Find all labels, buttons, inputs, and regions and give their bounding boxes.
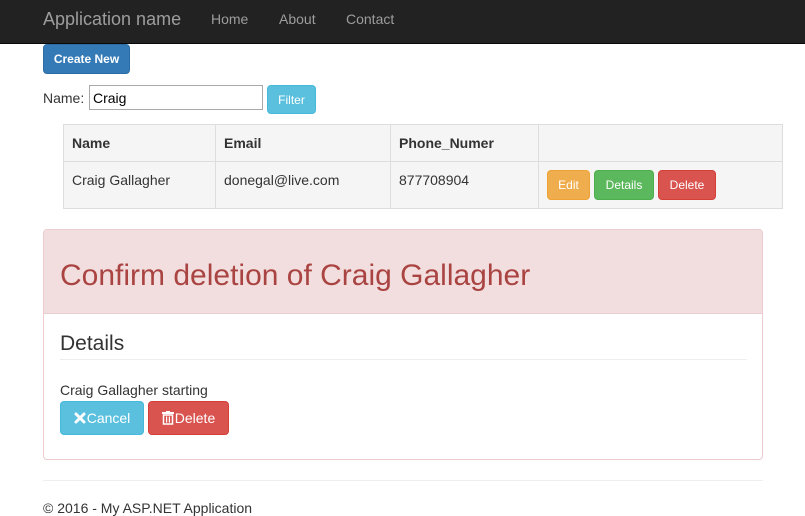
cell-email: donegal@live.com [215,161,391,209]
table-header-row: Name Email Phone_Numer [63,124,783,162]
cell-actions: Edit Details Delete [538,161,783,209]
nav-link-contact[interactable]: Contact [346,11,394,27]
details-divider [60,359,747,360]
name-filter-label: Name: [43,90,85,106]
details-button[interactable]: Details [594,170,654,200]
table-row: Craig Gallagher donegal@live.com 8777089… [63,161,783,209]
cancel-button[interactable]: Cancel [60,401,144,435]
filter-button[interactable]: Filter [267,85,316,114]
column-header-phone: Phone_Numer [390,124,539,162]
confirm-delete-button[interactable]: Delete [148,401,229,435]
navbar: Application name Home About Contact [0,0,805,44]
name-filter-input[interactable] [89,85,263,110]
nav-link-about[interactable]: About [279,11,316,27]
details-text: Craig Gallagher starting [60,382,208,398]
delete-row-button-label: Delete [669,178,705,192]
column-header-name: Name [63,124,216,162]
edit-button[interactable]: Edit [547,170,590,200]
panel-heading: Confirm deletion of Craig Gallagher [44,230,762,314]
column-header-actions [538,124,783,162]
create-new-button[interactable]: Create New [43,44,130,74]
delete-row-button[interactable]: Delete [658,170,716,200]
nav-link-home[interactable]: Home [211,11,248,27]
filter-button-label: Filter [278,92,305,107]
details-heading: Details [60,332,125,355]
details-button-label: Details [605,178,643,192]
create-new-label: Create New [53,52,120,66]
panel-title: Confirm deletion of Craig Gallagher [60,259,531,292]
edit-button-label: Edit [558,178,579,192]
footer-divider [43,480,763,481]
results-table: Name Email Phone_Numer Craig Gallagher d… [63,124,783,209]
brand-link[interactable]: Application name [43,9,181,30]
footer-text: © 2016 - My ASP.NET Application [43,500,253,516]
confirm-delete-button-label: Delete [174,410,216,426]
close-icon [74,412,86,424]
trash-icon [161,411,174,425]
column-header-email: Email [215,124,391,162]
confirm-delete-panel: Confirm deletion of Craig Gallagher Deta… [43,229,763,460]
cancel-button-label: Cancel [86,410,131,426]
cell-name: Craig Gallagher [63,161,216,209]
cell-phone: 877708904 [390,161,539,209]
